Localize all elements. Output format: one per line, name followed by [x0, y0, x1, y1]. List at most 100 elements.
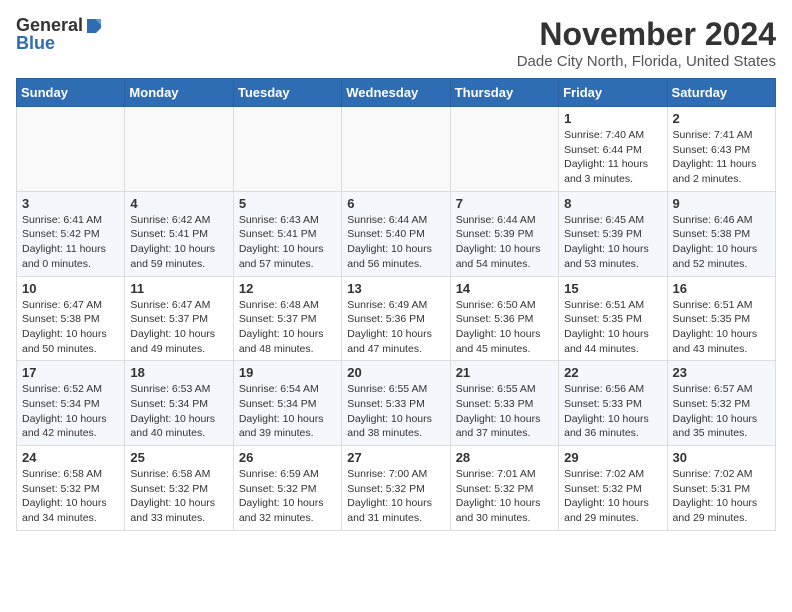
calendar-week-3: 10 Sunrise: 6:47 AM Sunset: 5:38 PM Dayli…	[17, 276, 776, 361]
day-number: 22	[564, 365, 661, 380]
header-day-wednesday: Wednesday	[342, 79, 450, 107]
day-number: 11	[130, 281, 227, 296]
calendar-week-1: 1Sunrise: 7:40 AM Sunset: 6:44 PM Daylig…	[17, 107, 776, 192]
day-number: 6	[347, 196, 444, 211]
day-number: 4	[130, 196, 227, 211]
day-number: 20	[347, 365, 444, 380]
calendar-cell: 20 Sunrise: 6:55 AM Sunset: 5:33 PM Dayli…	[342, 361, 450, 446]
logo-blue: Blue	[16, 34, 55, 54]
calendar-cell: 7 Sunrise: 6:44 AM Sunset: 5:39 PM Daylig…	[450, 191, 558, 276]
calendar-body: 1Sunrise: 7:40 AM Sunset: 6:44 PM Daylig…	[17, 107, 776, 531]
day-info: Sunrise: 6:55 AM Sunset: 5:33 PM Dayligh…	[456, 382, 553, 441]
calendar-week-4: 17 Sunrise: 6:52 AM Sunset: 5:34 PM Dayli…	[17, 361, 776, 446]
calendar-cell	[342, 107, 450, 192]
day-info: Sunrise: 7:02 AM Sunset: 5:31 PM Dayligh…	[673, 467, 770, 526]
day-number: 24	[22, 450, 119, 465]
day-number: 17	[22, 365, 119, 380]
day-info: Sunrise: 6:58 AM Sunset: 5:32 PM Dayligh…	[22, 467, 119, 526]
day-info: Sunrise: 6:47 AM Sunset: 5:38 PM Dayligh…	[22, 298, 119, 357]
calendar-cell: 27Sunrise: 7:00 AM Sunset: 5:32 PM Dayli…	[342, 446, 450, 531]
day-number: 2	[673, 111, 770, 126]
day-info: Sunrise: 6:58 AM Sunset: 5:32 PM Dayligh…	[130, 467, 227, 526]
day-info: Sunrise: 6:41 AM Sunset: 5:42 PM Dayligh…	[22, 213, 119, 272]
day-info: Sunrise: 6:52 AM Sunset: 5:34 PM Dayligh…	[22, 382, 119, 441]
header-day-sunday: Sunday	[17, 79, 125, 107]
calendar-cell: 23 Sunrise: 6:57 AM Sunset: 5:32 PM Dayli…	[667, 361, 775, 446]
day-info: Sunrise: 7:41 AM Sunset: 6:43 PM Dayligh…	[673, 128, 770, 187]
day-info: Sunrise: 6:49 AM Sunset: 5:36 PM Dayligh…	[347, 298, 444, 357]
calendar-cell: 29 Sunrise: 7:02 AM Sunset: 5:32 PM Dayli…	[559, 446, 667, 531]
calendar-cell: 13 Sunrise: 6:49 AM Sunset: 5:36 PM Dayli…	[342, 276, 450, 361]
calendar-cell	[450, 107, 558, 192]
header-day-saturday: Saturday	[667, 79, 775, 107]
day-info: Sunrise: 6:51 AM Sunset: 5:35 PM Dayligh…	[673, 298, 770, 357]
calendar-cell: 1Sunrise: 7:40 AM Sunset: 6:44 PM Daylig…	[559, 107, 667, 192]
header-day-monday: Monday	[125, 79, 233, 107]
calendar-header: SundayMondayTuesdayWednesdayThursdayFrid…	[17, 79, 776, 107]
calendar-cell: 14 Sunrise: 6:50 AM Sunset: 5:36 PM Dayli…	[450, 276, 558, 361]
day-info: Sunrise: 6:50 AM Sunset: 5:36 PM Dayligh…	[456, 298, 553, 357]
calendar-cell	[233, 107, 341, 192]
calendar-cell: 28 Sunrise: 7:01 AM Sunset: 5:32 PM Dayli…	[450, 446, 558, 531]
day-info: Sunrise: 7:02 AM Sunset: 5:32 PM Dayligh…	[564, 467, 661, 526]
day-number: 25	[130, 450, 227, 465]
day-number: 9	[673, 196, 770, 211]
calendar-cell: 6 Sunrise: 6:44 AM Sunset: 5:40 PM Daylig…	[342, 191, 450, 276]
day-info: Sunrise: 7:00 AM Sunset: 5:32 PM Dayligh…	[347, 467, 444, 526]
day-info: Sunrise: 6:55 AM Sunset: 5:33 PM Dayligh…	[347, 382, 444, 441]
day-info: Sunrise: 6:46 AM Sunset: 5:38 PM Dayligh…	[673, 213, 770, 272]
header-row: SundayMondayTuesdayWednesdayThursdayFrid…	[17, 79, 776, 107]
day-number: 7	[456, 196, 553, 211]
calendar-cell: 18Sunrise: 6:53 AM Sunset: 5:34 PM Dayli…	[125, 361, 233, 446]
calendar-cell: 11 Sunrise: 6:47 AM Sunset: 5:37 PM Dayli…	[125, 276, 233, 361]
day-number: 15	[564, 281, 661, 296]
day-number: 26	[239, 450, 336, 465]
day-info: Sunrise: 7:01 AM Sunset: 5:32 PM Dayligh…	[456, 467, 553, 526]
calendar-cell: 16 Sunrise: 6:51 AM Sunset: 5:35 PM Dayli…	[667, 276, 775, 361]
day-info: Sunrise: 6:48 AM Sunset: 5:37 PM Dayligh…	[239, 298, 336, 357]
day-info: Sunrise: 6:56 AM Sunset: 5:33 PM Dayligh…	[564, 382, 661, 441]
calendar-cell: 9 Sunrise: 6:46 AM Sunset: 5:38 PM Daylig…	[667, 191, 775, 276]
day-number: 10	[22, 281, 119, 296]
calendar-cell: 5Sunrise: 6:43 AM Sunset: 5:41 PM Daylig…	[233, 191, 341, 276]
day-info: Sunrise: 6:45 AM Sunset: 5:39 PM Dayligh…	[564, 213, 661, 272]
calendar-cell: 17 Sunrise: 6:52 AM Sunset: 5:34 PM Dayli…	[17, 361, 125, 446]
day-number: 3	[22, 196, 119, 211]
page-subtitle: Dade City North, Florida, United States	[517, 53, 776, 70]
day-info: Sunrise: 6:57 AM Sunset: 5:32 PM Dayligh…	[673, 382, 770, 441]
calendar-cell: 4 Sunrise: 6:42 AM Sunset: 5:41 PM Daylig…	[125, 191, 233, 276]
logo-icon	[85, 17, 103, 35]
day-info: Sunrise: 6:47 AM Sunset: 5:37 PM Dayligh…	[130, 298, 227, 357]
day-number: 29	[564, 450, 661, 465]
day-number: 14	[456, 281, 553, 296]
calendar-cell	[17, 107, 125, 192]
calendar-cell: 15 Sunrise: 6:51 AM Sunset: 5:35 PM Dayli…	[559, 276, 667, 361]
day-info: Sunrise: 6:54 AM Sunset: 5:34 PM Dayligh…	[239, 382, 336, 441]
day-info: Sunrise: 6:44 AM Sunset: 5:40 PM Dayligh…	[347, 213, 444, 272]
day-number: 16	[673, 281, 770, 296]
logo: General Blue	[16, 16, 103, 54]
day-number: 30	[673, 450, 770, 465]
header-day-friday: Friday	[559, 79, 667, 107]
day-info: Sunrise: 6:44 AM Sunset: 5:39 PM Dayligh…	[456, 213, 553, 272]
calendar-cell: 8Sunrise: 6:45 AM Sunset: 5:39 PM Daylig…	[559, 191, 667, 276]
calendar-cell: 19Sunrise: 6:54 AM Sunset: 5:34 PM Dayli…	[233, 361, 341, 446]
day-number: 23	[673, 365, 770, 380]
day-info: Sunrise: 6:53 AM Sunset: 5:34 PM Dayligh…	[130, 382, 227, 441]
day-info: Sunrise: 6:59 AM Sunset: 5:32 PM Dayligh…	[239, 467, 336, 526]
calendar-cell: 10 Sunrise: 6:47 AM Sunset: 5:38 PM Dayli…	[17, 276, 125, 361]
day-number: 28	[456, 450, 553, 465]
calendar-cell: 3 Sunrise: 6:41 AM Sunset: 5:42 PM Daylig…	[17, 191, 125, 276]
day-number: 5	[239, 196, 336, 211]
calendar-cell: 30 Sunrise: 7:02 AM Sunset: 5:31 PM Dayli…	[667, 446, 775, 531]
header-day-tuesday: Tuesday	[233, 79, 341, 107]
calendar-cell: 22 Sunrise: 6:56 AM Sunset: 5:33 PM Dayli…	[559, 361, 667, 446]
header-day-thursday: Thursday	[450, 79, 558, 107]
calendar-table: SundayMondayTuesdayWednesdayThursdayFrid…	[16, 78, 776, 531]
day-info: Sunrise: 6:42 AM Sunset: 5:41 PM Dayligh…	[130, 213, 227, 272]
day-number: 13	[347, 281, 444, 296]
page-title: November 2024	[517, 16, 776, 53]
day-info: Sunrise: 6:51 AM Sunset: 5:35 PM Dayligh…	[564, 298, 661, 357]
calendar-cell: 25 Sunrise: 6:58 AM Sunset: 5:32 PM Dayli…	[125, 446, 233, 531]
calendar-cell: 2 Sunrise: 7:41 AM Sunset: 6:43 PM Daylig…	[667, 107, 775, 192]
